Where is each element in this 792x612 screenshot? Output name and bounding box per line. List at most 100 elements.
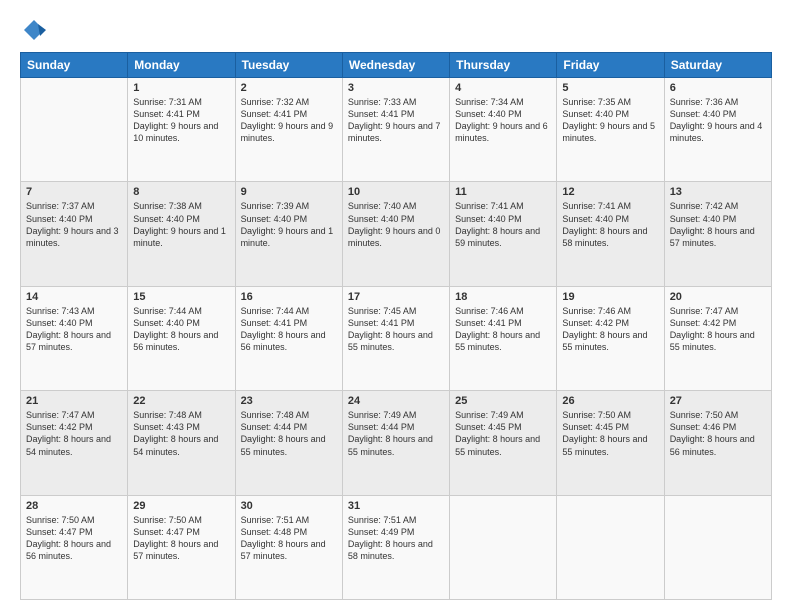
cell-info: Sunrise: 7:50 AMSunset: 4:45 PMDaylight:… — [562, 409, 658, 458]
calendar-cell: 24 Sunrise: 7:49 AMSunset: 4:44 PMDayligh… — [342, 391, 449, 495]
cell-info: Sunrise: 7:44 AMSunset: 4:40 PMDaylight:… — [133, 305, 229, 354]
day-number: 30 — [241, 500, 337, 512]
day-number: 8 — [133, 186, 229, 198]
cell-info: Sunrise: 7:49 AMSunset: 4:44 PMDaylight:… — [348, 409, 444, 458]
cell-info: Sunrise: 7:49 AMSunset: 4:45 PMDaylight:… — [455, 409, 551, 458]
cell-info: Sunrise: 7:42 AMSunset: 4:40 PMDaylight:… — [670, 200, 766, 249]
cell-info: Sunrise: 7:51 AMSunset: 4:48 PMDaylight:… — [241, 514, 337, 563]
calendar-cell: 30 Sunrise: 7:51 AMSunset: 4:48 PMDayligh… — [235, 495, 342, 599]
day-number: 24 — [348, 395, 444, 407]
cell-info: Sunrise: 7:47 AMSunset: 4:42 PMDaylight:… — [26, 409, 122, 458]
calendar-cell — [664, 495, 771, 599]
calendar-cell: 12 Sunrise: 7:41 AMSunset: 4:40 PMDayligh… — [557, 182, 664, 286]
calendar-cell: 21 Sunrise: 7:47 AMSunset: 4:42 PMDayligh… — [21, 391, 128, 495]
day-number: 16 — [241, 291, 337, 303]
calendar-cell: 19 Sunrise: 7:46 AMSunset: 4:42 PMDayligh… — [557, 286, 664, 390]
calendar-cell: 14 Sunrise: 7:43 AMSunset: 4:40 PMDayligh… — [21, 286, 128, 390]
calendar-cell — [450, 495, 557, 599]
cell-info: Sunrise: 7:48 AMSunset: 4:43 PMDaylight:… — [133, 409, 229, 458]
cell-info: Sunrise: 7:33 AMSunset: 4:41 PMDaylight:… — [348, 96, 444, 145]
header — [20, 16, 772, 44]
cell-info: Sunrise: 7:43 AMSunset: 4:40 PMDaylight:… — [26, 305, 122, 354]
day-number: 28 — [26, 500, 122, 512]
day-number: 4 — [455, 82, 551, 94]
calendar-week-row: 28 Sunrise: 7:50 AMSunset: 4:47 PMDayligh… — [21, 495, 772, 599]
day-number: 20 — [670, 291, 766, 303]
cell-info: Sunrise: 7:34 AMSunset: 4:40 PMDaylight:… — [455, 96, 551, 145]
weekday-header: Friday — [557, 53, 664, 78]
calendar-cell: 17Sunrise: 7:45 AMSunset: 4:41 PMDayligh… — [342, 286, 449, 390]
day-number: 26 — [562, 395, 658, 407]
day-number: 2 — [241, 82, 337, 94]
calendar-cell — [557, 495, 664, 599]
day-number: 22 — [133, 395, 229, 407]
calendar-cell: 10Sunrise: 7:40 AMSunset: 4:40 PMDayligh… — [342, 182, 449, 286]
weekday-header: Saturday — [664, 53, 771, 78]
cell-info: Sunrise: 7:31 AMSunset: 4:41 PMDaylight:… — [133, 96, 229, 145]
cell-info: Sunrise: 7:48 AMSunset: 4:44 PMDaylight:… — [241, 409, 337, 458]
cell-info: Sunrise: 7:46 AMSunset: 4:42 PMDaylight:… — [562, 305, 658, 354]
day-number: 15 — [133, 291, 229, 303]
day-number: 3 — [348, 82, 444, 94]
logo-icon — [20, 16, 48, 44]
calendar-cell: 23 Sunrise: 7:48 AMSunset: 4:44 PMDayligh… — [235, 391, 342, 495]
calendar-week-row: 1 Sunrise: 7:31 AMSunset: 4:41 PMDaylight… — [21, 78, 772, 182]
calendar-cell: 18 Sunrise: 7:46 AMSunset: 4:41 PMDayligh… — [450, 286, 557, 390]
day-number: 31 — [348, 500, 444, 512]
weekday-header: Tuesday — [235, 53, 342, 78]
calendar-cell: 22 Sunrise: 7:48 AMSunset: 4:43 PMDayligh… — [128, 391, 235, 495]
weekday-header: Sunday — [21, 53, 128, 78]
calendar-cell: 4 Sunrise: 7:34 AMSunset: 4:40 PMDaylight… — [450, 78, 557, 182]
day-number: 27 — [670, 395, 766, 407]
calendar-week-row: 14 Sunrise: 7:43 AMSunset: 4:40 PMDayligh… — [21, 286, 772, 390]
calendar-cell: 31 Sunrise: 7:51 AMSunset: 4:49 PMDayligh… — [342, 495, 449, 599]
calendar-cell: 27Sunrise: 7:50 AMSunset: 4:46 PMDayligh… — [664, 391, 771, 495]
day-number: 19 — [562, 291, 658, 303]
day-number: 1 — [133, 82, 229, 94]
calendar-cell: 16Sunrise: 7:44 AMSunset: 4:41 PMDayligh… — [235, 286, 342, 390]
calendar-table: SundayMondayTuesdayWednesdayThursdayFrid… — [20, 52, 772, 600]
cell-info: Sunrise: 7:41 AMSunset: 4:40 PMDaylight:… — [562, 200, 658, 249]
weekday-header: Monday — [128, 53, 235, 78]
calendar-cell: 20 Sunrise: 7:47 AMSunset: 4:42 PMDayligh… — [664, 286, 771, 390]
cell-info: Sunrise: 7:51 AMSunset: 4:49 PMDaylight:… — [348, 514, 444, 563]
calendar-cell: 15 Sunrise: 7:44 AMSunset: 4:40 PMDayligh… — [128, 286, 235, 390]
cell-info: Sunrise: 7:47 AMSunset: 4:42 PMDaylight:… — [670, 305, 766, 354]
calendar-cell: 29Sunrise: 7:50 AMSunset: 4:47 PMDayligh… — [128, 495, 235, 599]
cell-info: Sunrise: 7:32 AMSunset: 4:41 PMDaylight:… — [241, 96, 337, 145]
day-number: 23 — [241, 395, 337, 407]
calendar-cell: 9 Sunrise: 7:39 AMSunset: 4:40 PMDaylight… — [235, 182, 342, 286]
calendar-cell: 26 Sunrise: 7:50 AMSunset: 4:45 PMDayligh… — [557, 391, 664, 495]
calendar-cell: 28 Sunrise: 7:50 AMSunset: 4:47 PMDayligh… — [21, 495, 128, 599]
cell-info: Sunrise: 7:50 AMSunset: 4:47 PMDaylight:… — [26, 514, 122, 563]
calendar-cell: 7Sunrise: 7:37 AMSunset: 4:40 PMDaylight… — [21, 182, 128, 286]
calendar-cell: 6Sunrise: 7:36 AMSunset: 4:40 PMDaylight… — [664, 78, 771, 182]
day-number: 9 — [241, 186, 337, 198]
calendar-cell: 2 Sunrise: 7:32 AMSunset: 4:41 PMDaylight… — [235, 78, 342, 182]
cell-info: Sunrise: 7:46 AMSunset: 4:41 PMDaylight:… — [455, 305, 551, 354]
day-number: 12 — [562, 186, 658, 198]
cell-info: Sunrise: 7:41 AMSunset: 4:40 PMDaylight:… — [455, 200, 551, 249]
weekday-header: Wednesday — [342, 53, 449, 78]
cell-info: Sunrise: 7:37 AMSunset: 4:40 PMDaylight:… — [26, 200, 122, 249]
day-number: 5 — [562, 82, 658, 94]
weekday-header-row: SundayMondayTuesdayWednesdayThursdayFrid… — [21, 53, 772, 78]
cell-info: Sunrise: 7:39 AMSunset: 4:40 PMDaylight:… — [241, 200, 337, 249]
day-number: 18 — [455, 291, 551, 303]
day-number: 13 — [670, 186, 766, 198]
calendar-cell — [21, 78, 128, 182]
cell-info: Sunrise: 7:40 AMSunset: 4:40 PMDaylight:… — [348, 200, 444, 249]
calendar-cell: 3 Sunrise: 7:33 AMSunset: 4:41 PMDaylight… — [342, 78, 449, 182]
calendar-cell: 8Sunrise: 7:38 AMSunset: 4:40 PMDaylight… — [128, 182, 235, 286]
weekday-header: Thursday — [450, 53, 557, 78]
calendar-cell: 5Sunrise: 7:35 AMSunset: 4:40 PMDaylight… — [557, 78, 664, 182]
calendar-page: SundayMondayTuesdayWednesdayThursdayFrid… — [0, 0, 792, 612]
calendar-week-row: 7Sunrise: 7:37 AMSunset: 4:40 PMDaylight… — [21, 182, 772, 286]
day-number: 14 — [26, 291, 122, 303]
logo — [20, 16, 52, 44]
cell-info: Sunrise: 7:36 AMSunset: 4:40 PMDaylight:… — [670, 96, 766, 145]
day-number: 21 — [26, 395, 122, 407]
calendar-week-row: 21 Sunrise: 7:47 AMSunset: 4:42 PMDayligh… — [21, 391, 772, 495]
calendar-cell: 11Sunrise: 7:41 AMSunset: 4:40 PMDayligh… — [450, 182, 557, 286]
day-number: 25 — [455, 395, 551, 407]
